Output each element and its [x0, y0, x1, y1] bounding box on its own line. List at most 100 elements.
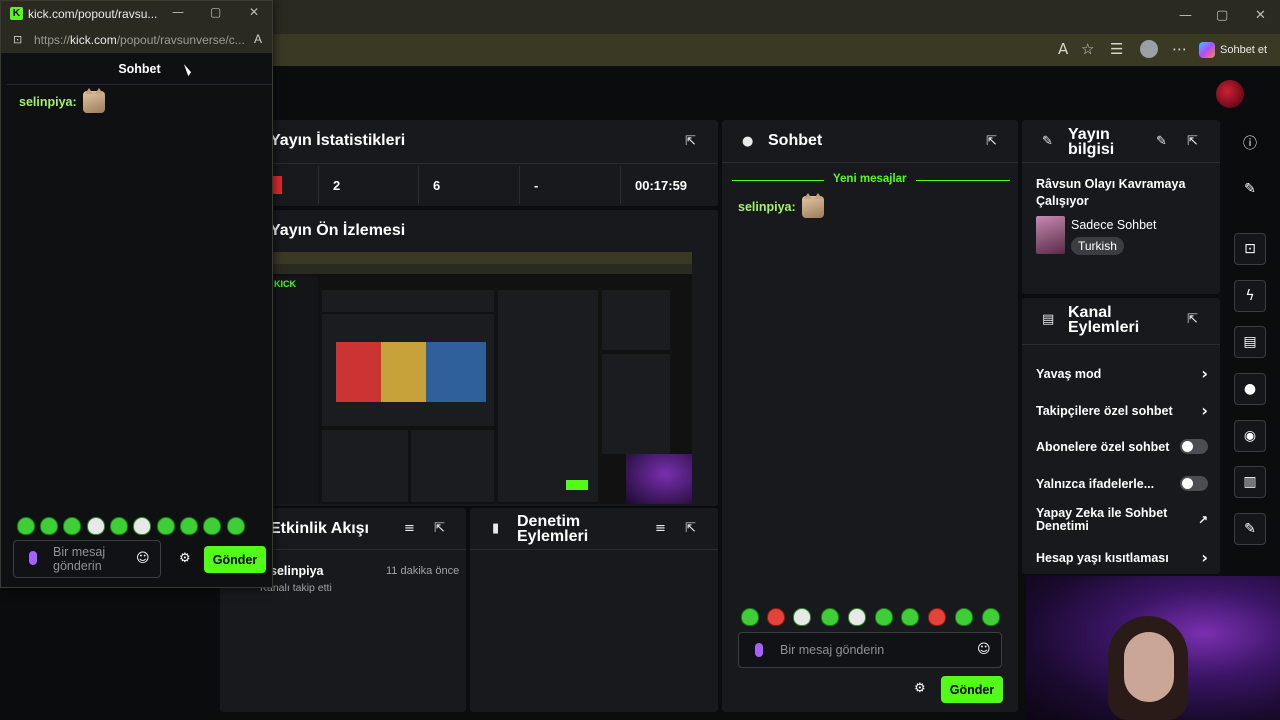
- subscribers-only-toggle[interactable]: [1180, 439, 1208, 454]
- emote-icon[interactable]: [901, 608, 919, 626]
- new-messages-line-right: [916, 180, 1010, 181]
- action-slow-mode[interactable]: Yavaş mod ›: [1036, 364, 1208, 383]
- layout-icon[interactable]: ▥: [1234, 466, 1266, 498]
- emote-icon[interactable]: [821, 608, 839, 626]
- popout-chat-header: Sohbet: [7, 55, 272, 85]
- emote-icon[interactable]: [17, 517, 35, 535]
- read-aloud-icon[interactable]: A: [254, 32, 262, 46]
- popout-icon[interactable]: ⇱: [685, 522, 699, 536]
- preview-logo: KICK: [274, 279, 296, 289]
- chat-bubble-icon: ●: [742, 134, 754, 149]
- maximize-icon[interactable]: ▢: [210, 5, 221, 19]
- popout-username[interactable]: selinpiya:: [19, 95, 77, 109]
- profile-avatar[interactable]: [1140, 40, 1158, 58]
- read-aloud-icon[interactable]: A: [1058, 40, 1068, 58]
- stat-subs: -: [520, 166, 621, 204]
- edit-icon[interactable]: ✎: [1156, 135, 1170, 149]
- emotes-only-toggle[interactable]: [1180, 476, 1208, 491]
- close-icon[interactable]: ✕: [1255, 8, 1266, 23]
- settings-gear-icon[interactable]: ⚙: [179, 551, 191, 566]
- popout-icon[interactable]: ⇱: [434, 522, 448, 536]
- action-followers-only[interactable]: Takipçilere özel sohbet ›: [1036, 401, 1208, 420]
- emote-icon[interactable]: [133, 517, 151, 535]
- language-tag: Turkish: [1071, 237, 1124, 255]
- popout-icon[interactable]: ⇱: [1187, 313, 1201, 327]
- moderation-divider: [470, 549, 718, 550]
- popout-urlbar[interactable]: ⊡ https://kick.com/popout/ravsunverse/c.…: [1, 27, 272, 53]
- microphone-icon[interactable]: [29, 551, 37, 565]
- moderation-title-line1: Denetim: [517, 513, 581, 530]
- broadcast-icon[interactable]: ◉: [1234, 420, 1266, 452]
- filter-icon[interactable]: ≡: [655, 522, 669, 536]
- popout-icon[interactable]: ⇱: [1187, 135, 1201, 149]
- emote-icon[interactable]: [767, 608, 785, 626]
- emote-icon[interactable]: [982, 608, 1000, 626]
- preview-moderation: [411, 430, 494, 502]
- chat-username[interactable]: selinpiya:: [738, 200, 796, 214]
- emote-icon[interactable]: [875, 608, 893, 626]
- stream-category[interactable]: Sadece Sohbet: [1071, 218, 1157, 232]
- wrench-icon: ✎: [1042, 134, 1053, 149]
- edit-icon[interactable]: ✎: [1234, 173, 1266, 205]
- emote-icon[interactable]: [203, 517, 221, 535]
- minimize-icon[interactable]: —: [172, 5, 184, 19]
- stats-divider: [220, 163, 718, 164]
- emote-icon[interactable]: [40, 517, 58, 535]
- close-icon[interactable]: ✕: [249, 5, 259, 19]
- more-icon[interactable]: ⋯: [1172, 40, 1187, 58]
- stat-viewers: 2: [318, 166, 419, 204]
- emote-icon[interactable]: [741, 608, 759, 626]
- preview-actions: [602, 354, 670, 454]
- copilot-button[interactable]: Sohbet et: [1199, 39, 1267, 61]
- lock-icon[interactable]: ⊡: [13, 33, 22, 46]
- popout-icon[interactable]: ⇱: [986, 135, 1000, 149]
- emote-icon[interactable]: [227, 517, 245, 535]
- emote-icon[interactable]: [180, 517, 198, 535]
- stream-preview[interactable]: KICK: [270, 252, 692, 504]
- minimize-icon[interactable]: —: [1179, 8, 1192, 23]
- popout-url: https://kick.com/popout/ravsunverse/c...: [34, 33, 245, 47]
- notes-icon[interactable]: ▤: [1234, 326, 1266, 358]
- chat-input-placeholder: Bir mesaj gönderin: [780, 643, 885, 657]
- action-emotes-only[interactable]: Yalnızca ifadelerle...: [1036, 476, 1208, 491]
- microphone-icon[interactable]: [755, 643, 763, 657]
- emote-icon[interactable]: [848, 608, 866, 626]
- info-icon[interactable]: ⓘ: [1234, 127, 1266, 159]
- info-divider: [1022, 162, 1220, 163]
- emote-icon[interactable]: [110, 517, 128, 535]
- emote-icon[interactable]: [793, 608, 811, 626]
- chevron-right-icon: ›: [1201, 364, 1208, 383]
- emoji-icon[interactable]: ☺: [136, 551, 150, 566]
- collections-icon[interactable]: ☰: [1110, 40, 1123, 58]
- maximize-icon[interactable]: ▢: [1216, 8, 1228, 23]
- favorite-star-icon[interactable]: ☆: [1081, 40, 1094, 58]
- popout-window: K kick.com/popout/ravsu... — ▢ ✕ ⊡ https…: [0, 0, 273, 588]
- settings-gear-icon[interactable]: ⚙: [914, 681, 926, 696]
- emote-icon[interactable]: [955, 608, 973, 626]
- chat-icon[interactable]: ●: [1234, 373, 1266, 405]
- emote-icon[interactable]: [63, 517, 81, 535]
- emote-icon[interactable]: [157, 517, 175, 535]
- emote-icon[interactable]: [928, 608, 946, 626]
- action-subscribers-only[interactable]: Abonelere özel sohbet: [1036, 439, 1208, 454]
- webcam-face: [1124, 632, 1174, 702]
- emoji-icon[interactable]: ☺: [977, 642, 991, 657]
- stats-title: Yayın İstatistikleri: [270, 132, 406, 149]
- capture-icon[interactable]: ⊡: [1234, 233, 1266, 265]
- chevron-right-icon: ›: [1201, 548, 1208, 567]
- wrench-icon[interactable]: ✎: [1234, 513, 1266, 545]
- popout-titlebar: K kick.com/popout/ravsu... — ▢ ✕: [1, 1, 272, 27]
- popout-send-button[interactable]: Gönder: [204, 546, 266, 573]
- action-account-age[interactable]: Hesap yaşı kısıtlaması ›: [1036, 548, 1208, 567]
- preview-send: [566, 480, 588, 490]
- user-avatar[interactable]: [1216, 80, 1244, 108]
- lightning-icon[interactable]: ϟ: [1234, 280, 1266, 312]
- filter-icon[interactable]: ≡: [404, 522, 418, 536]
- chat-send-button[interactable]: Gönder: [941, 676, 1003, 703]
- action-label: Abonelere özel sohbet: [1036, 439, 1170, 454]
- chat-divider: [722, 162, 1018, 163]
- popout-icon[interactable]: ⇱: [685, 135, 699, 149]
- action-ai-moderation[interactable]: Yapay Zeka ile Sohbet Denetimi ↗: [1036, 507, 1208, 533]
- chevron-right-icon: ›: [1201, 401, 1208, 420]
- emote-icon[interactable]: [87, 517, 105, 535]
